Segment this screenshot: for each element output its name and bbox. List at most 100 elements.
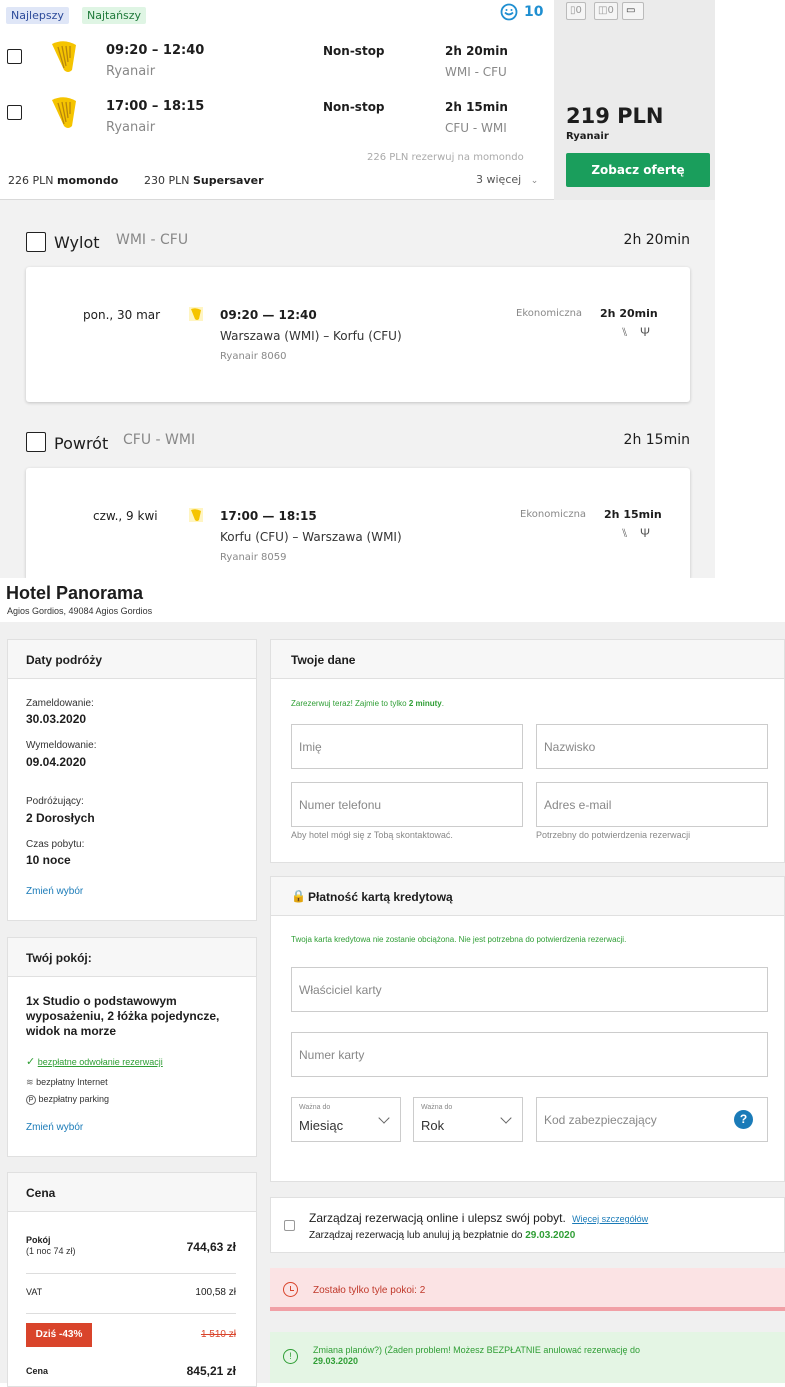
- travelers-value: 2 Dorosłych: [26, 811, 95, 825]
- selected-value: Rok: [421, 1118, 445, 1133]
- hotel-name: Hotel Panorama: [6, 583, 144, 603]
- panel-header: Cena: [8, 1173, 256, 1212]
- change-room-link[interactable]: Zmień wybór: [26, 1122, 83, 1133]
- free-cancel-alert: ! Zmiana planów?) (Żaden problem! Możesz…: [270, 1332, 785, 1383]
- manage-sub-date: 29.03.2020: [525, 1230, 576, 1241]
- expiry-year-select[interactable]: Ważna do Rok: [413, 1097, 523, 1142]
- manage-text: Zarządzaj rezerwacją online i ulepsz swó…: [309, 1211, 648, 1225]
- ryanair-logo-icon: [189, 508, 203, 522]
- total-price: 845,21 zł: [186, 1364, 236, 1378]
- feature-label: bezpłatny parking: [38, 1094, 110, 1104]
- price-panel: ▯0 ◫0 ▭ 219 PLN Ryanair Zobacz ofertę: [554, 0, 715, 200]
- segment-flight-number: Ryanair 8060: [220, 351, 287, 362]
- placeholder: Adres e-mail: [544, 798, 612, 812]
- help-icon[interactable]: ?: [734, 1110, 753, 1129]
- rating-value: 10: [524, 4, 544, 20]
- rooms-left-text: Zostało tylko tyle pokoi: 2: [313, 1285, 426, 1296]
- leg-route: WMI - CFU: [116, 232, 189, 248]
- offer-price: 226 PLN: [8, 174, 54, 187]
- payment-note: Twoja karta kredytowa nie zostanie obcią…: [291, 935, 627, 944]
- outbound-segment-card: pon., 30 mar 09:20 — 12:40 Warszawa (WMI…: [26, 267, 690, 402]
- outbound-checkbox[interactable]: [26, 232, 46, 252]
- leg-2-duration: 2h 15min: [445, 100, 508, 114]
- phone-input[interactable]: Numer telefonu: [291, 782, 523, 827]
- phone-hint: Aby hotel mógł się z Tobą skontaktować.: [291, 830, 453, 840]
- manage-booking-checkbox[interactable]: [284, 1220, 295, 1231]
- panel-header: 🔒 Płatność kartą kredytową: [271, 877, 784, 916]
- selected-value: Miesiąc: [299, 1118, 344, 1133]
- checkout-label: Wymeldowanie:: [26, 740, 97, 751]
- total-price: 219 PLN: [566, 104, 664, 128]
- placeholder: Nazwisko: [544, 740, 596, 754]
- checkout-date: 09.04.2020: [26, 755, 87, 769]
- other-offer-momondo[interactable]: 226 PLN momondo: [8, 174, 118, 187]
- clock-icon: [283, 1282, 298, 1297]
- segment-flight-number: Ryanair 8059: [220, 552, 287, 563]
- segment-duration: 2h 15min: [604, 508, 662, 521]
- chevron-down-icon: [500, 1112, 512, 1124]
- leg-2-airline: Ryanair: [106, 120, 156, 135]
- last-name-input[interactable]: Nazwisko: [536, 724, 768, 769]
- seat-icon: ⑊: [621, 325, 629, 339]
- return-segment-card: czw., 9 kwi 17:00 — 18:15 Korfu (CFU) – …: [26, 468, 690, 578]
- vat-label: VAT: [26, 1287, 43, 1297]
- email-hint: Potrzebny do potwierdzenia rezerwacji: [536, 830, 691, 840]
- cancel-text: Zmiana planów?) (Żaden problem! Możesz B…: [313, 1345, 640, 1355]
- ryanair-logo-icon: [189, 307, 203, 321]
- expiry-month-select[interactable]: Ważna do Miesiąc: [291, 1097, 401, 1142]
- segment-duration: 2h 20min: [600, 307, 658, 320]
- panel-title: Płatność kartą kredytową: [308, 890, 453, 904]
- feature-label: bezpłatne odwołanie rezerwacji: [37, 1057, 163, 1067]
- room-panel: Twój pokój: 1x Studio o podstawowym wypo…: [7, 937, 257, 1157]
- change-dates-link[interactable]: Zmień wybór: [26, 886, 83, 897]
- tag-best: Najlepszy: [6, 7, 69, 24]
- segment-date: pon., 30 mar: [83, 308, 161, 322]
- field-label: Ważna do: [421, 1104, 453, 1111]
- old-price: 1 510 zł: [200, 1329, 236, 1340]
- view-offer-button[interactable]: Zobacz ofertę: [566, 153, 710, 187]
- card-number-input[interactable]: Numer karty: [291, 1032, 768, 1077]
- security-code-input[interactable]: Kod zabezpieczający ?: [536, 1097, 768, 1142]
- wifi-icon: ≋: [26, 1077, 34, 1087]
- rooms-left-alert: Zostało tylko tyle pokoi: 2: [270, 1268, 785, 1311]
- feature-parking: P bezpłatny parking: [26, 1094, 109, 1105]
- field-label: Ważna do: [299, 1104, 331, 1111]
- more-details-link[interactable]: Więcej szczegółów: [572, 1214, 648, 1224]
- leg-duration: 2h 20min: [623, 232, 690, 248]
- meal-icon: Ψ: [640, 325, 651, 339]
- segment-date: czw., 9 kwi: [93, 509, 158, 523]
- leg-1-duration: 2h 20min: [445, 44, 508, 58]
- email-input[interactable]: Adres e-mail: [536, 782, 768, 827]
- offer-provider: Supersaver: [192, 174, 264, 187]
- vat-value: 100,58 zł: [195, 1287, 236, 1298]
- leg-1-route: WMI - CFU: [445, 65, 507, 79]
- alt-offer-note[interactable]: 226 PLN rezerwuj na momondo: [367, 152, 524, 163]
- placeholder: Kod zabezpieczający: [544, 1113, 657, 1127]
- leg-2-checkbox[interactable]: [7, 105, 22, 120]
- return-checkbox[interactable]: [26, 432, 46, 452]
- leg-title: Wylot: [54, 233, 100, 252]
- more-offers-label: 3 więcej: [476, 173, 522, 186]
- placeholder: Numer karty: [299, 1048, 365, 1062]
- parking-icon: P: [26, 1095, 36, 1105]
- intro-text: Zarezerwuj teraz! Zajmie to tylko: [291, 699, 409, 708]
- panel-header: Twój pokój:: [8, 938, 256, 977]
- room-price-label: Pokój: [26, 1235, 51, 1245]
- intro-end: .: [441, 699, 444, 708]
- leg-1-checkbox[interactable]: [7, 49, 22, 64]
- card-holder-input[interactable]: Właściciel karty: [291, 967, 768, 1012]
- hotel-address: Agios Gordios, 49084 Agios Gordios: [7, 606, 153, 616]
- total-label: Cena: [26, 1366, 49, 1376]
- feature-free-cancel[interactable]: ✓ bezpłatne odwołanie rezerwacji: [26, 1055, 163, 1068]
- panel-title: Daty podróży: [26, 653, 103, 667]
- intro-bold: 2 minuty: [408, 699, 442, 708]
- manage-booking-panel: Zarządzaj rezerwacją online i ulepsz swó…: [270, 1197, 785, 1253]
- leg-2-stops: Non-stop: [323, 100, 385, 114]
- smiley-icon: [500, 3, 518, 21]
- first-name-input[interactable]: Imię: [291, 724, 523, 769]
- travel-dates-panel: Daty podróży Zameldowanie: 30.03.2020 Wy…: [7, 639, 257, 921]
- chevron-down-icon: [378, 1112, 390, 1124]
- more-offers-link[interactable]: 3 więcej ⌄: [476, 173, 538, 186]
- other-offer-supersaver[interactable]: 230 PLN Supersaver: [144, 174, 264, 187]
- leg-1-times: 09:20 – 12:40: [106, 43, 205, 58]
